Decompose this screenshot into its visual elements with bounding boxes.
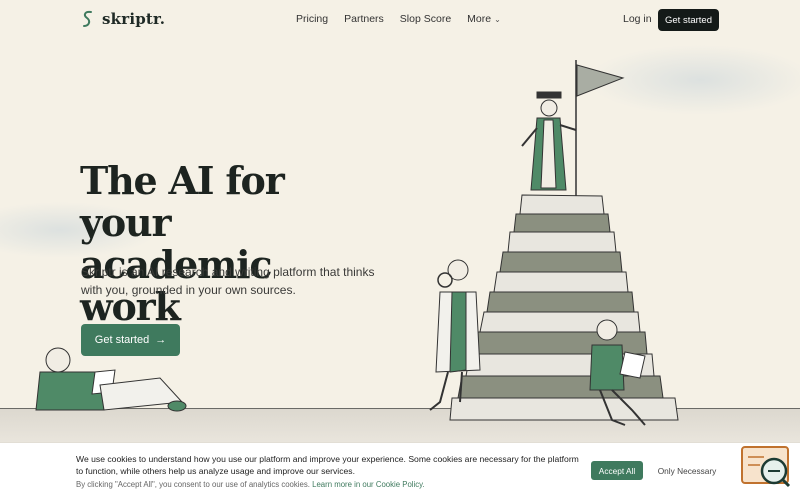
nav-link-slop-score[interactable]: Slop Score bbox=[400, 13, 451, 25]
ground-strip bbox=[0, 408, 800, 442]
chevron-down-icon: ⌄ bbox=[494, 14, 501, 24]
hero-get-started-button[interactable]: Get started → bbox=[81, 324, 180, 356]
cookie-message: We use cookies to understand how you use… bbox=[76, 454, 579, 476]
hero-headline: The AI for your academic work bbox=[80, 160, 380, 328]
chat-support-icon[interactable] bbox=[740, 445, 792, 489]
accept-all-button[interactable]: Accept All bbox=[591, 461, 643, 480]
nav-link-pricing[interactable]: Pricing bbox=[296, 13, 328, 25]
hero-subtitle: Skriptr is an AI research and writing pl… bbox=[81, 265, 375, 297]
hero-cta-label: Get started bbox=[94, 334, 150, 346]
top-navigation: skriptr. Pricing Partners Slop Score Mor… bbox=[0, 0, 800, 40]
skriptr-logo-icon bbox=[83, 10, 92, 27]
nav-links: Pricing Partners Slop Score More ⌄ bbox=[296, 13, 501, 25]
brand-logo[interactable]: skriptr. bbox=[80, 9, 165, 29]
nav-get-started-button[interactable]: Get started bbox=[658, 9, 719, 31]
only-necessary-button[interactable]: Only Necessary bbox=[651, 461, 723, 480]
login-link[interactable]: Log in bbox=[623, 13, 652, 25]
nav-link-partners[interactable]: Partners bbox=[344, 13, 384, 25]
logo-text: skriptr. bbox=[102, 10, 166, 28]
arrow-right-icon: → bbox=[155, 334, 167, 346]
nav-more-label: More bbox=[467, 13, 492, 25]
headline-line-1: The AI for your bbox=[80, 158, 285, 245]
nav-link-more[interactable]: More ⌄ bbox=[467, 13, 501, 25]
cookie-consent-note: By clicking "Accept All", you consent to… bbox=[76, 480, 425, 489]
cookie-policy-link[interactable]: Learn more in our Cookie Policy. bbox=[312, 480, 425, 489]
cookie-note-text: By clicking "Accept All", you consent to… bbox=[76, 480, 310, 489]
